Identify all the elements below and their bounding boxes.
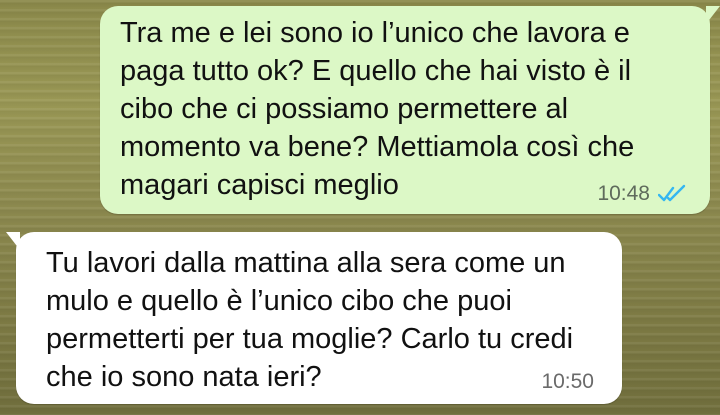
message-time: 10:48 — [597, 182, 650, 205]
message-meta: 10:48 — [597, 182, 688, 206]
message-meta: 10:50 — [541, 370, 594, 394]
message-text: Tu lavori dalla mattina alla sera come u… — [46, 247, 574, 393]
message-text: Tra me e lei sono io l’unico che lavora … — [120, 17, 635, 201]
outgoing-message-bubble[interactable]: Tra me e lei sono io l’unico che lavora … — [100, 6, 720, 214]
chat-view[interactable]: Tra me e lei sono io l’unico che lavora … — [0, 0, 720, 415]
double-check-icon — [658, 184, 686, 202]
incoming-message-bubble[interactable]: Tu lavori dalla mattina alla sera come u… — [6, 232, 622, 404]
message-time: 10:50 — [541, 370, 594, 393]
